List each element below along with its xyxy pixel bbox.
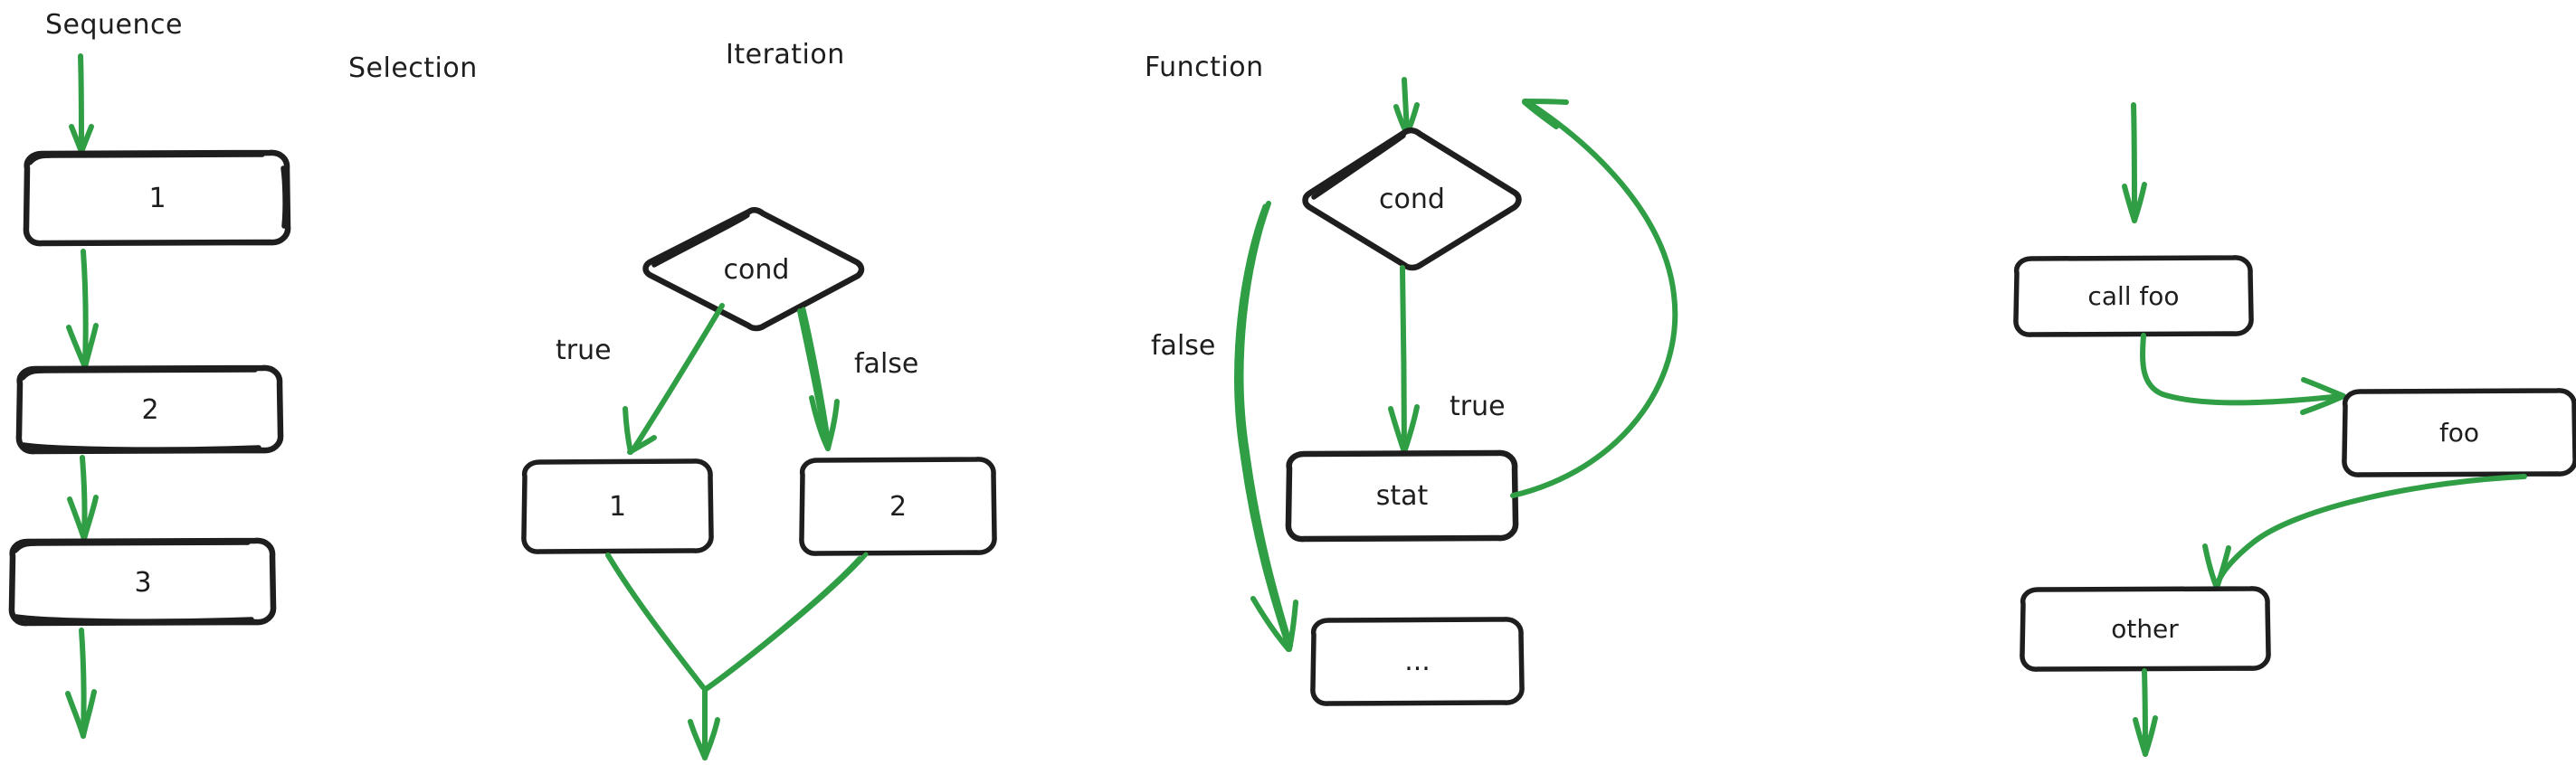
edge-sel1-to-merge [605, 552, 706, 690]
group-title-sequence: Sequence [45, 9, 183, 41]
edge-sel-cond-to-sel2 [797, 307, 840, 451]
node-label-sel-cond: cond [723, 253, 790, 286]
node-label-seq-1: 1 [148, 183, 166, 214]
node-label-it-stat: stat [1375, 480, 1429, 512]
edge-entry-to-it-cond [1393, 77, 1420, 137]
node-label-fn-foo: foo [2438, 418, 2480, 448]
edge-label-it-false: false [1151, 330, 1216, 362]
node-label-sel-1: 1 [608, 491, 627, 523]
edge-it-stat-to-it-cond [1510, 99, 1678, 498]
group-title-iteration: Iteration [726, 39, 845, 71]
diagram-canvas: .shp { fill: #ffffff; stroke: #1e1e1e; s… [0, 0, 2576, 765]
edge-fn-foo-to-fn-other [2202, 474, 2527, 590]
edge-entry-to-seq1 [69, 53, 94, 155]
edge-label-sel-true: true [556, 335, 612, 366]
node-label-fn-call: call foo [2087, 281, 2180, 311]
edge-merge-to-exit [688, 686, 720, 760]
edge-fn-call-to-fn-foo [2140, 333, 2346, 415]
edge-label-it-true: true [1450, 391, 1506, 422]
node-label-seq-3: 3 [134, 566, 152, 599]
edge-entry-to-fn-call [2122, 102, 2147, 223]
edge-seq1-to-seq2 [66, 249, 99, 370]
edge-seq2-to-seq3 [67, 455, 99, 542]
node-label-seq-2: 2 [141, 394, 159, 426]
node-label-it-cond: cond [1379, 184, 1445, 215]
node-label-sel-2: 2 [889, 491, 908, 523]
edge-it-cond-to-it-next [1234, 201, 1298, 652]
edge-it-cond-to-it-stat [1388, 265, 1420, 455]
node-label-it-next: ... [1404, 646, 1431, 677]
group-title-selection: Selection [348, 52, 478, 84]
edge-sel2-to-merge [703, 552, 869, 692]
group-title-function: Function [1145, 52, 1264, 83]
edge-seq3-to-exit [65, 628, 97, 739]
edge-label-sel-false: false [854, 348, 919, 380]
edge-fn-other-to-exit [2133, 668, 2158, 757]
node-label-fn-other: other [2111, 614, 2179, 644]
